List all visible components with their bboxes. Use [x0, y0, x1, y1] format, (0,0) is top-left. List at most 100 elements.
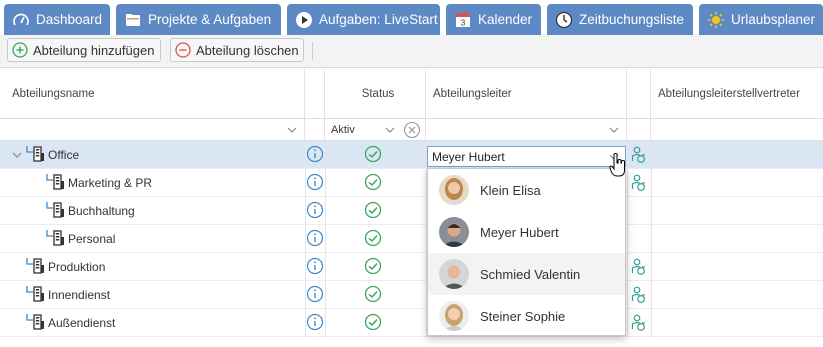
- column-divider: [325, 197, 326, 225]
- toolbar-divider: [312, 42, 313, 60]
- tab-label: Aufgaben: LiveStart: [319, 12, 438, 27]
- column-header-info[interactable]: [305, 69, 325, 119]
- column-divider: [651, 169, 652, 197]
- tab-zeitbuchung[interactable]: Zeitbuchungsliste: [547, 4, 693, 35]
- folder-icon: [124, 11, 142, 29]
- assign-person-icon[interactable]: [631, 146, 647, 164]
- dropdown-option-highlighted[interactable]: Schmied Valentin: [428, 253, 625, 295]
- status-active-icon[interactable]: [364, 257, 382, 275]
- assign-person-icon[interactable]: [631, 286, 647, 304]
- status-active-icon[interactable]: [364, 145, 382, 163]
- play-icon: [295, 11, 313, 29]
- calendar-icon: 3: [454, 11, 472, 29]
- filter-deputy[interactable]: [651, 119, 823, 141]
- info-icon[interactable]: [306, 229, 324, 247]
- column-header-head-icon[interactable]: [627, 69, 651, 119]
- info-icon[interactable]: [306, 313, 324, 331]
- department-name: Produktion: [48, 260, 106, 274]
- tab-urlaubsplaner[interactable]: Urlaubsplaner: [699, 4, 823, 35]
- column-header-status[interactable]: Status: [325, 69, 426, 119]
- dropdown-option[interactable]: Meyer Hubert: [428, 211, 625, 253]
- column-divider: [651, 141, 652, 169]
- column-divider: [627, 141, 628, 169]
- table-row[interactable]: Außendienst: [0, 309, 823, 337]
- tab-dashboard[interactable]: Dashboard: [4, 4, 110, 35]
- column-divider: [325, 225, 326, 253]
- dropdown-option[interactable]: Steiner Sophie: [428, 295, 625, 337]
- tab-label: Projekte & Aufgaben: [148, 12, 272, 27]
- info-icon[interactable]: [306, 257, 324, 275]
- department-tree-icon: [26, 286, 44, 302]
- filter-status[interactable]: Aktiv: [325, 119, 426, 141]
- status-active-icon[interactable]: [364, 313, 382, 331]
- plus-circle-icon: [12, 42, 28, 58]
- table-row[interactable]: Office: [0, 141, 823, 169]
- delete-department-button[interactable]: Abteilung löschen: [170, 38, 304, 62]
- tab-label: Kalender: [478, 12, 533, 27]
- filter-row: Aktiv: [0, 119, 823, 141]
- assign-person-icon[interactable]: [631, 258, 647, 276]
- add-department-button[interactable]: Abteilung hinzufügen: [7, 38, 161, 62]
- department-name: Buchhaltung: [68, 204, 135, 218]
- filter-name[interactable]: [0, 119, 305, 141]
- info-icon[interactable]: [306, 173, 324, 191]
- column-header-deputy[interactable]: Abteilungsleiterstellvertreter: [651, 69, 823, 119]
- avatar: [439, 175, 469, 205]
- status-active-icon[interactable]: [364, 285, 382, 303]
- clear-filter-icon[interactable]: [403, 121, 421, 139]
- table-row[interactable]: Produktion: [0, 253, 823, 281]
- department-tree-icon: [46, 174, 64, 190]
- avatar: [439, 301, 469, 331]
- status-active-icon[interactable]: [364, 173, 382, 191]
- department-tree-icon: [26, 146, 44, 162]
- avatar: [439, 217, 469, 247]
- department-name: Marketing & PR: [68, 176, 153, 190]
- expand-chevron-icon[interactable]: [11, 149, 23, 161]
- delete-department-label: Abteilung löschen: [196, 42, 299, 58]
- column-divider: [651, 225, 652, 253]
- status-active-icon[interactable]: [364, 201, 382, 219]
- table-row[interactable]: [0, 337, 823, 347]
- sun-icon: [707, 11, 725, 29]
- department-name: Office: [48, 148, 80, 162]
- tab-livestart[interactable]: Aufgaben: LiveStart: [287, 4, 440, 35]
- info-icon[interactable]: [306, 201, 324, 219]
- column-divider: [651, 253, 652, 281]
- column-divider: [627, 253, 628, 281]
- add-department-label: Abteilung hinzufügen: [33, 42, 155, 58]
- column-divider: [627, 281, 628, 309]
- tab-kalender[interactable]: 3 Kalender: [446, 4, 541, 35]
- column-divider: [325, 253, 326, 281]
- assign-person-icon[interactable]: [631, 174, 647, 192]
- filter-head-icon: [627, 119, 651, 141]
- dropdown-option[interactable]: Klein Elisa: [428, 169, 625, 211]
- filter-head[interactable]: [426, 119, 627, 141]
- department-head-select[interactable]: Meyer Hubert: [427, 146, 626, 167]
- column-header-head[interactable]: Abteilungsleiter: [426, 69, 627, 119]
- grid-header: Abteilungsname Status Abteilungsleiter A…: [0, 69, 823, 119]
- column-divider: [627, 309, 628, 337]
- column-divider: [651, 197, 652, 225]
- column-divider: [627, 169, 628, 197]
- column-header-name[interactable]: Abteilungsname: [0, 69, 305, 119]
- info-icon[interactable]: [306, 285, 324, 303]
- status-active-icon[interactable]: [364, 229, 382, 247]
- table-row[interactable]: Marketing & PR: [0, 169, 823, 197]
- table-row[interactable]: Personal: [0, 225, 823, 253]
- department-tree-icon: [26, 314, 44, 330]
- svg-text:3: 3: [461, 18, 466, 27]
- department-tree-icon: [26, 258, 44, 274]
- table-row[interactable]: Innendienst: [0, 281, 823, 309]
- table-row[interactable]: Buchhaltung: [0, 197, 823, 225]
- assign-person-icon[interactable]: [631, 314, 647, 332]
- info-icon[interactable]: [306, 145, 324, 163]
- tab-projekte[interactable]: Projekte & Aufgaben: [116, 4, 281, 35]
- toolbar: Abteilung hinzufügen Abteilung löschen: [0, 35, 823, 68]
- department-name: Außendienst: [48, 316, 116, 330]
- avatar: [439, 259, 469, 289]
- clock-icon: [555, 11, 573, 29]
- tab-label: Zeitbuchungsliste: [579, 12, 685, 27]
- column-divider: [651, 281, 652, 309]
- filter-info: [305, 119, 325, 141]
- chevron-down-icon: [385, 127, 395, 133]
